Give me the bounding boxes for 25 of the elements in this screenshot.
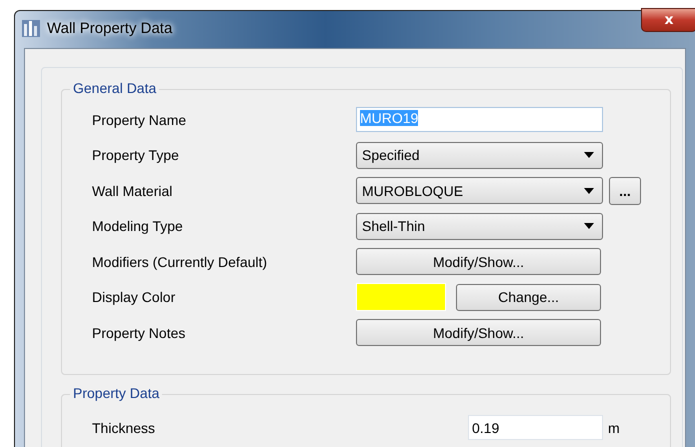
unit-label: m [608,420,620,436]
dropdown[interactable]: Specified [356,142,603,169]
field-label: Modifiers (Currently Default) [92,254,268,270]
text-field[interactable]: 0.19 [468,415,603,440]
field-label: Modeling Type [92,218,184,234]
caret-icon [584,223,594,230]
close-button[interactable]: x [641,8,695,32]
group-title: General Data [70,80,160,96]
caret-icon [584,188,594,194]
field-label: Thickness [92,420,156,436]
change-button[interactable]: Change... [456,284,601,311]
field-label: Property Type [92,147,180,164]
field-label: Property Notes [92,324,186,341]
caret-icon [584,152,594,158]
group-title: Property Data [70,385,162,401]
dropdown[interactable]: MUROBLOQUE [356,177,603,204]
browse-button[interactable]: ... [609,176,641,205]
dropdown[interactable]: Shell-Thin [356,212,603,240]
modify-show-button[interactable]: Modify/Show... [356,248,601,276]
app-icon [21,18,41,38]
field-label: Wall Material [92,182,174,199]
field-label: Property Name [92,112,188,128]
field-label: Display Color [92,289,176,306]
modify-show-button[interactable]: Modify/Show... [356,319,601,346]
window-title: Wall Property Data [47,20,172,36]
